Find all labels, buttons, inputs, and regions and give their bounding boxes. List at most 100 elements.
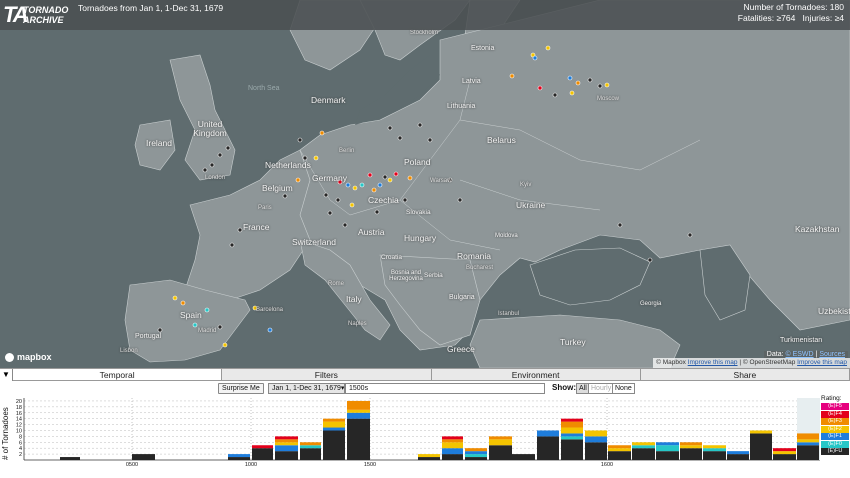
histogram-bar-segment[interactable] bbox=[228, 454, 250, 458]
histogram-bar-segment[interactable] bbox=[750, 430, 772, 434]
histogram-bar-segment[interactable] bbox=[797, 433, 819, 440]
eswd-link[interactable]: © ESWD bbox=[785, 351, 813, 358]
histogram-bar-segment[interactable] bbox=[680, 445, 702, 449]
tornado-marker[interactable] bbox=[297, 137, 303, 143]
tornado-marker[interactable] bbox=[323, 192, 329, 198]
histogram-bar-segment[interactable] bbox=[561, 433, 583, 437]
tornado-marker[interactable] bbox=[202, 167, 208, 173]
tornado-marker[interactable] bbox=[569, 90, 575, 96]
histogram-bar-segment[interactable] bbox=[275, 451, 298, 460]
histogram-bar-segment[interactable] bbox=[680, 448, 702, 460]
mapbox-logo[interactable]: mapbox bbox=[5, 352, 52, 362]
tornado-marker[interactable] bbox=[209, 162, 215, 168]
histogram-bar-segment[interactable] bbox=[442, 436, 463, 440]
surprise-me-button[interactable]: Surprise Me bbox=[218, 383, 264, 394]
histogram-bar-segment[interactable] bbox=[703, 451, 726, 460]
tornado-marker[interactable] bbox=[335, 197, 341, 203]
histogram-bar-segment[interactable] bbox=[656, 451, 679, 460]
histogram-bar-segment[interactable] bbox=[727, 451, 749, 455]
legend-item[interactable]: (E)F3 bbox=[821, 418, 849, 425]
tornado-marker[interactable] bbox=[687, 232, 693, 238]
tornado-marker[interactable] bbox=[371, 187, 377, 193]
histogram-bar-segment[interactable] bbox=[275, 445, 298, 452]
period-select[interactable]: Jan 1, 1-Dec 31, 1679▾ bbox=[268, 383, 345, 394]
histogram-bar-segment[interactable] bbox=[489, 439, 512, 446]
tornado-marker[interactable] bbox=[180, 300, 186, 306]
tornado-marker[interactable] bbox=[509, 73, 515, 79]
tornado-marker[interactable] bbox=[575, 80, 581, 86]
histogram-bar-segment[interactable] bbox=[561, 439, 583, 460]
histogram-bar-segment[interactable] bbox=[465, 448, 487, 452]
histogram-bar-segment[interactable] bbox=[442, 442, 463, 449]
legend-item[interactable]: (E)F2 bbox=[821, 425, 849, 433]
legend-item[interactable]: (E)F4 bbox=[821, 410, 849, 418]
tornado-marker[interactable] bbox=[407, 175, 413, 181]
histogram-bar-segment[interactable] bbox=[537, 430, 559, 437]
histogram-bar-segment[interactable] bbox=[750, 433, 772, 460]
histogram-bar-segment[interactable] bbox=[418, 454, 440, 458]
histogram-bar-segment[interactable] bbox=[132, 454, 155, 460]
histogram-bar-segment[interactable] bbox=[60, 457, 80, 460]
tornado-marker[interactable] bbox=[192, 322, 198, 328]
histogram-bar-segment[interactable] bbox=[347, 409, 370, 413]
tab-share[interactable]: Share bbox=[641, 369, 850, 380]
histogram-bar-segment[interactable] bbox=[512, 454, 535, 460]
tornado-marker[interactable] bbox=[387, 125, 393, 131]
histogram-bar-segment[interactable] bbox=[608, 445, 631, 449]
tornado-marker[interactable] bbox=[342, 222, 348, 228]
histogram-bar-segment[interactable] bbox=[632, 445, 655, 449]
tornado-marker[interactable] bbox=[237, 227, 243, 233]
legend-item[interactable]: (E)F0 bbox=[821, 440, 849, 448]
tornado-marker[interactable] bbox=[327, 210, 333, 216]
tornado-marker[interactable] bbox=[604, 82, 610, 88]
histogram-bar-segment[interactable] bbox=[300, 442, 321, 446]
tornado-marker[interactable] bbox=[204, 307, 210, 313]
histogram-bar-segment[interactable] bbox=[797, 445, 819, 460]
tornado-marker[interactable] bbox=[417, 122, 423, 128]
collapse-panel-button[interactable]: ▼ bbox=[0, 369, 13, 381]
tornado-marker[interactable] bbox=[295, 177, 301, 183]
tornado-marker[interactable] bbox=[382, 174, 388, 180]
tornado-marker[interactable] bbox=[377, 182, 383, 188]
histogram-bar-segment[interactable] bbox=[465, 454, 487, 458]
histogram-bar-segment[interactable] bbox=[442, 454, 463, 460]
histogram-bar-segment[interactable] bbox=[773, 454, 796, 460]
histogram-bar-segment[interactable] bbox=[585, 442, 607, 460]
histogram-bar-segment[interactable] bbox=[228, 457, 250, 460]
histogram-bar-segment[interactable] bbox=[275, 436, 298, 440]
tornado-marker[interactable] bbox=[427, 137, 433, 143]
tornado-marker[interactable] bbox=[157, 327, 163, 333]
tornado-marker[interactable] bbox=[345, 182, 351, 188]
tornado-marker[interactable] bbox=[387, 177, 393, 183]
tornado-histogram[interactable]: 2 4 6 8 10 12 14 16 18 20 0500 1000 1500 1600 # of To… bbox=[0, 395, 850, 478]
show-none-button[interactable]: None bbox=[612, 383, 635, 394]
tornado-marker[interactable] bbox=[587, 77, 593, 83]
histogram-bar-segment[interactable] bbox=[797, 439, 819, 443]
histogram-bar-segment[interactable] bbox=[347, 418, 370, 460]
histogram-bar-segment[interactable] bbox=[275, 442, 298, 446]
histogram-bar-segment[interactable] bbox=[632, 448, 655, 460]
tornado-marker[interactable] bbox=[319, 130, 325, 136]
histogram-bar-segment[interactable] bbox=[323, 430, 345, 460]
tornado-marker[interactable] bbox=[313, 155, 319, 161]
histogram-bar-segment[interactable] bbox=[252, 445, 273, 449]
histogram-bar-segment[interactable] bbox=[323, 427, 345, 431]
histogram-bar-segment[interactable] bbox=[252, 448, 273, 460]
histogram-bar-segment[interactable] bbox=[680, 442, 702, 446]
histogram-bar-segment[interactable] bbox=[418, 457, 440, 460]
histogram-bar-segment[interactable] bbox=[442, 448, 463, 455]
tornado-marker[interactable] bbox=[393, 171, 399, 177]
histogram-bar-segment[interactable] bbox=[347, 412, 370, 419]
tornado-marker[interactable] bbox=[537, 85, 543, 91]
histogram-bar-segment[interactable] bbox=[656, 442, 679, 446]
tornado-marker[interactable] bbox=[352, 185, 358, 191]
tornado-marker[interactable] bbox=[229, 242, 235, 248]
show-hourly-button[interactable]: Hourly bbox=[588, 383, 615, 394]
tornado-marker[interactable] bbox=[225, 145, 231, 151]
histogram-bar-segment[interactable] bbox=[489, 445, 512, 460]
histogram-bar-segment[interactable] bbox=[585, 430, 607, 437]
histogram-bar-segment[interactable] bbox=[585, 436, 607, 443]
histogram-bar-segment[interactable] bbox=[773, 448, 796, 452]
histogram-bar-segment[interactable] bbox=[632, 442, 655, 446]
histogram-bar-segment[interactable] bbox=[561, 427, 583, 434]
